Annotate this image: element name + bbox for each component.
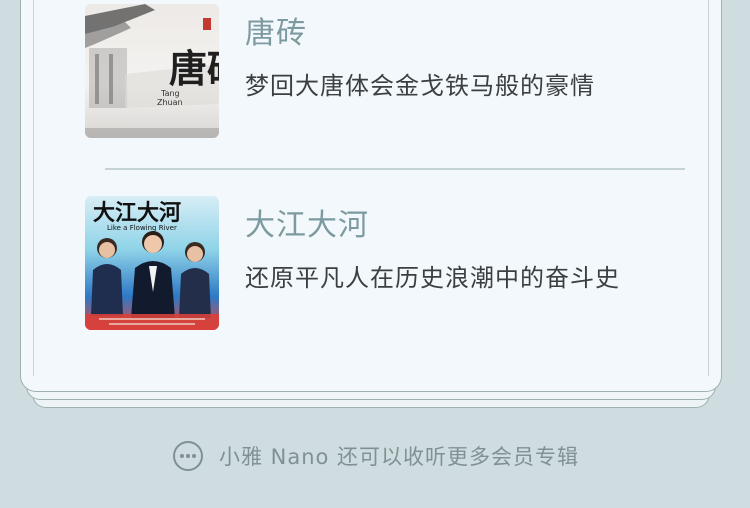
album-item-tang-zhuan[interactable]: 唐磚 Tang Zhuan 唐砖 梦回大唐体会金戈铁马般的豪情	[85, 4, 645, 140]
ellipsis-circle-icon[interactable]	[171, 439, 205, 473]
card-inner-border-left	[33, 0, 34, 376]
album-description: 梦回大唐体会金戈铁马般的豪情	[245, 72, 595, 100]
card-inner-border-right	[708, 0, 709, 376]
cover-text-zhuan: Zhuan	[157, 98, 183, 107]
album-title[interactable]: 唐砖	[245, 8, 307, 52]
album-item-da-jiang-da-he[interactable]: 大江大河 Like a Flowing River 大江大河 还原平凡人在历史浪…	[85, 196, 645, 332]
album-cover-tang-zhuan[interactable]: 唐磚 Tang Zhuan	[85, 4, 219, 138]
more-albums-link[interactable]: 小雅 Nano 还可以收听更多会员专辑	[0, 438, 750, 474]
more-albums-label[interactable]: 小雅 Nano 还可以收听更多会员专辑	[219, 441, 579, 471]
album-title[interactable]: 大江大河	[245, 200, 369, 244]
cover-title-da-jiang-da-he: 大江大河	[93, 201, 181, 226]
cover-text-tang: Tang	[160, 89, 180, 98]
album-card: 唐磚 Tang Zhuan 唐砖 梦回大唐体会金戈铁马般的豪情 大江大河 Lik…	[20, 0, 722, 392]
stage: 唐磚 Tang Zhuan 唐砖 梦回大唐体会金戈铁马般的豪情 大江大河 Lik…	[0, 0, 750, 508]
album-cover-da-jiang-da-he[interactable]: 大江大河 Like a Flowing River	[85, 196, 219, 330]
cover-subtitle: Like a Flowing River	[107, 224, 177, 232]
album-divider	[105, 168, 685, 170]
album-description: 还原平凡人在历史浪潮中的奋斗史	[245, 264, 620, 292]
cover-calligraphy-tang: 唐磚	[169, 46, 219, 91]
